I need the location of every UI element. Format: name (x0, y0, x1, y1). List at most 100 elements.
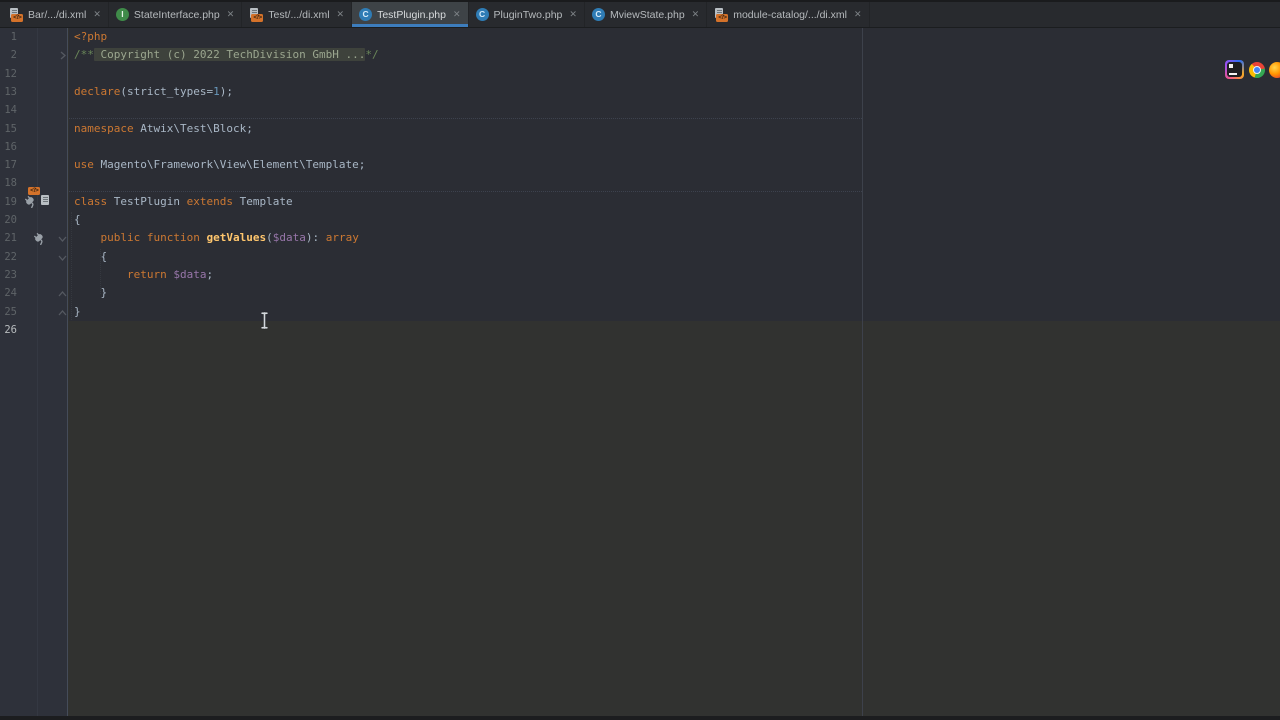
chrome-icon[interactable] (1249, 62, 1265, 78)
token: ; (206, 268, 213, 281)
token: return (127, 268, 167, 281)
tab-close-icon[interactable]: ✕ (854, 9, 862, 20)
code-line-12[interactable]: 12 (0, 65, 1280, 83)
token: */ (365, 48, 378, 61)
line-number: 15 (0, 120, 17, 138)
code-text: } (74, 284, 107, 302)
fold-marker-icon[interactable] (57, 232, 68, 244)
token: (strict_types= (120, 85, 213, 98)
token: { (74, 250, 107, 263)
code-text: return $data; (74, 266, 213, 284)
tab-label: MviewState.php (610, 9, 685, 21)
token: namespace (74, 122, 134, 135)
tab-label: Bar/.../di.xml (28, 9, 86, 21)
code-text: class TestPlugin extends Template (74, 193, 293, 211)
line-number: 12 (0, 65, 17, 83)
fold-marker-icon[interactable] (57, 306, 68, 318)
fold-marker-icon[interactable] (57, 49, 68, 61)
tab-close-icon[interactable]: ✕ (227, 9, 235, 20)
php-interface-icon: I (116, 8, 129, 21)
code-line-17[interactable]: 17 use Magento\Framework\View\Element\Tem… (0, 156, 1280, 174)
plugin-icon[interactable] (33, 232, 46, 245)
tab-testplugin-php[interactable]: CTestPlugin.php✕ (352, 2, 468, 27)
tab-close-icon[interactable]: ✕ (569, 9, 577, 20)
tab-module-catalog-di-xml[interactable]: <?>module-catalog/.../di.xml✕ (707, 2, 869, 27)
editor-tab-bar: <?>Bar/.../di.xml✕IStateInterface.php✕<?… (0, 2, 1280, 28)
tab-plugintwo-php[interactable]: C PluginTwo.php ✕ (469, 2, 585, 27)
line-number: 16 (0, 138, 17, 156)
code-line-23[interactable]: 23 return $data; (0, 266, 1280, 284)
line-number: 1 (0, 28, 17, 46)
code-text: public function getValues($data): array (74, 229, 359, 247)
token: Magento\Framework\View\Element\Template; (94, 158, 366, 171)
token (74, 231, 101, 244)
line-number: 18 (0, 174, 17, 192)
tab-bar-di-xml[interactable]: <?> Bar/.../di.xml ✕ (2, 2, 109, 27)
xml-file-icon: <?> (9, 8, 23, 22)
code-line-24[interactable]: 24 } (0, 284, 1280, 302)
code-line-2[interactable]: 2 /** Copyright (c) 2022 TechDivision Gmb… (0, 46, 1280, 64)
code-line-18[interactable]: 18 (0, 174, 1280, 192)
token: public function (101, 231, 200, 244)
token: <?php (74, 30, 107, 43)
tab-close-icon[interactable]: ✕ (337, 9, 345, 20)
tab-stateinterface-php[interactable]: I StateInterface.php ✕ (109, 2, 242, 27)
code-line-14[interactable]: 14 (0, 101, 1280, 119)
code-text: declare(strict_types=1); (74, 83, 233, 101)
code-text: { (74, 211, 81, 229)
fold-marker-icon[interactable] (57, 287, 68, 299)
token: Atwix\Test\Block; (134, 122, 253, 135)
code-line-26[interactable]: 26 (0, 321, 1280, 339)
tab-label: StateInterface.php (134, 9, 220, 21)
token: } (74, 286, 107, 299)
code-line-21[interactable]: 21 public function getValues($data): arr… (0, 229, 1280, 247)
line-number: 14 (0, 101, 17, 119)
code-line-19[interactable]: 19<?>class TestPlugin extends Template (0, 193, 1280, 211)
code-line-1[interactable]: 1 <?php (0, 28, 1280, 46)
tab-mviewstate-php[interactable]: CMviewState.php✕ (585, 2, 707, 27)
token: Template (233, 195, 293, 208)
line-number: 21 (0, 229, 17, 247)
tab-test-di-xml[interactable]: <?>Test/.../di.xml✕ (242, 2, 352, 27)
code-line-15[interactable]: 15 namespace Atwix\Test\Block; (0, 120, 1280, 138)
token: declare (74, 85, 120, 98)
folded-region[interactable]: Copyright (c) 2022 TechDivision GmbH ... (94, 48, 366, 61)
phpstorm-icon[interactable] (1225, 60, 1244, 79)
tab-close-icon[interactable]: ✕ (93, 9, 101, 20)
tab-label: PluginTwo.php (494, 9, 563, 21)
code-text: /** Copyright (c) 2022 TechDivision GmbH… (74, 46, 379, 64)
line-number: 23 (0, 266, 17, 284)
line-number: 24 (0, 284, 17, 302)
php-class-icon: C (476, 8, 489, 21)
fold-marker-icon[interactable] (57, 251, 68, 263)
line-number: 25 (0, 303, 17, 321)
token: $data (173, 268, 206, 281)
tab-close-icon[interactable]: ✕ (453, 9, 461, 20)
token: ( (266, 231, 273, 244)
code-line-20[interactable]: 20 { (0, 211, 1280, 229)
line-number: 17 (0, 156, 17, 174)
line-number: 13 (0, 83, 17, 101)
code-line-25[interactable]: 25} (0, 303, 1280, 321)
code-line-22[interactable]: 22 { (0, 248, 1280, 266)
code-text: { (74, 248, 107, 266)
line-number: 20 (0, 211, 17, 229)
token (74, 268, 127, 281)
floating-app-icons (1225, 60, 1280, 84)
token: $data (273, 231, 306, 244)
plugin-icon[interactable] (24, 195, 37, 208)
token: extends (187, 195, 233, 208)
tab-close-icon[interactable]: ✕ (692, 9, 700, 20)
token: TestPlugin (107, 195, 186, 208)
code-text: use Magento\Framework\View\Element\Templ… (74, 156, 365, 174)
token: { (74, 213, 81, 226)
firefox-icon[interactable] (1269, 62, 1280, 78)
line-number: 19 (0, 193, 17, 211)
line-number: 2 (0, 46, 17, 64)
code-line-13[interactable]: 13 declare(strict_types=1); (0, 83, 1280, 101)
token: /** (74, 48, 94, 61)
code-line-16[interactable]: 16 (0, 138, 1280, 156)
tab-label: TestPlugin.php (377, 9, 446, 21)
token: class (74, 195, 107, 208)
token: ); (220, 85, 233, 98)
